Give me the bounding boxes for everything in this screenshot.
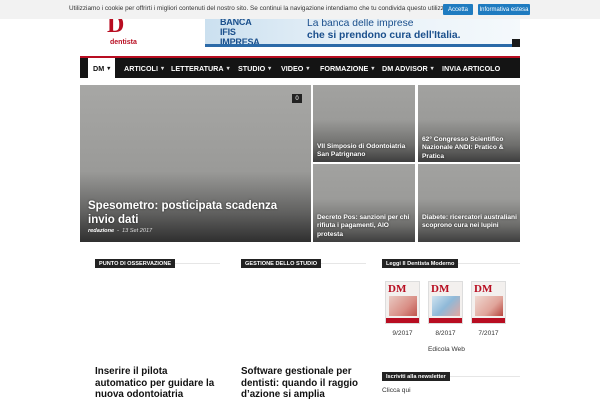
cookie-bar: Utilizziamo i cookie per offrirti i migl… xyxy=(0,0,600,19)
nav-item-label: DM xyxy=(93,63,105,73)
magazine-cover[interactable]: DM xyxy=(471,281,506,324)
chevron-down-icon: ▾ xyxy=(226,65,230,72)
cookie-accept-button[interactable]: Accetta xyxy=(443,4,473,15)
hero-date: 13 Set 2017 xyxy=(122,228,153,234)
article-title[interactable]: Software gestionale per dentisti: quando… xyxy=(241,366,366,400)
hero-main-title[interactable]: Spesometro: posticipata scadenza invio d… xyxy=(88,199,288,227)
nav-item-invia-articolo[interactable]: INVIA ARTICOLO xyxy=(442,58,500,78)
nav-item-label: DM ADVISOR xyxy=(382,63,428,73)
nav-item-dm-advisor[interactable]: DM ADVISOR ▾ xyxy=(382,58,434,78)
nav-item-studio[interactable]: STUDIO ▾ xyxy=(238,58,271,78)
hero-tile[interactable]: Decreto Pos: sanzioni per chi rifiuta i … xyxy=(313,164,415,242)
nav-item-dm[interactable]: DM ▾ xyxy=(88,58,116,78)
nav-item-label: INVIA ARTICOLO xyxy=(442,63,501,73)
magazine-band xyxy=(429,318,462,323)
nav-item-label: FORMAZIONE xyxy=(320,63,369,73)
magazine-date[interactable]: 9/2017 xyxy=(385,330,420,337)
magazine-cover-art xyxy=(475,296,503,316)
site-logo-word[interactable]: dentista xyxy=(110,39,137,46)
banner-brand-line1: BANCA IFIS xyxy=(220,17,252,37)
search-icon[interactable] xyxy=(583,63,593,73)
newsletter-link[interactable]: Clicca qui xyxy=(382,387,411,394)
hero-tile[interactable]: 62° Congresso Scientifico Nazionale ANDI… xyxy=(418,85,520,162)
magazine-logo: DM xyxy=(431,283,450,295)
cookie-info-button[interactable]: Informativa estesa xyxy=(478,4,530,15)
magazine-band xyxy=(472,318,505,323)
main-nav: DM ▾ ARTICOLI ▾ LETTERATURA ▾ STUDIO ▾ V… xyxy=(80,56,593,78)
nav-item-label: VIDEO xyxy=(281,63,304,73)
magazine-cover[interactable]: DM xyxy=(385,281,420,324)
hero-tile-title[interactable]: VII Simposio di Odontoiatria San Patrign… xyxy=(317,143,413,160)
hero-main-article[interactable]: Spesometro: posticipata scadenza invio d… xyxy=(80,85,311,242)
hero-author[interactable]: redazione xyxy=(88,228,114,234)
magazine-logo: DM xyxy=(474,283,493,295)
category-label[interactable]: GESTIONE DELLO STUDIO xyxy=(241,259,322,268)
magazine-logo: DM xyxy=(388,283,407,295)
sidebar-heading-newsletter: Iscriviti alla newsletter xyxy=(382,372,450,381)
chevron-down-icon: ▾ xyxy=(430,65,434,72)
nav-item-label: ARTICOLI xyxy=(124,63,158,73)
nav-item-formazione[interactable]: FORMAZIONE ▾ xyxy=(320,58,374,78)
nav-item-label: LETTERATURA xyxy=(171,63,224,73)
banner-corner xyxy=(512,39,520,47)
chevron-down-icon: ▾ xyxy=(306,65,310,72)
chevron-down-icon: ▾ xyxy=(107,65,111,72)
comment-count-badge[interactable]: 0 xyxy=(292,94,302,103)
banner-stripe xyxy=(205,44,520,47)
hero-tile[interactable]: VII Simposio di Odontoiatria San Patrign… xyxy=(313,85,415,162)
magazine-cover[interactable]: DM xyxy=(428,281,463,324)
article-title[interactable]: Inserire il pilota automatico per guidar… xyxy=(95,366,220,400)
hero-main-meta: redazione -13 Set 2017 xyxy=(88,228,152,234)
hero-tile-title[interactable]: 62° Congresso Scientifico Nazionale ANDI… xyxy=(422,136,518,161)
meta-separator: - xyxy=(117,228,119,234)
category-label[interactable]: PUNTO DI OSSERVAZIONE xyxy=(95,259,176,268)
nav-item-video[interactable]: VIDEO ▾ xyxy=(281,58,309,78)
hero-tile-title[interactable]: Decreto Pos: sanzioni per chi rifiuta i … xyxy=(317,214,413,239)
chevron-down-icon: ▾ xyxy=(371,65,375,72)
hero-tile-title[interactable]: Diabete: ricercatori australiani scopron… xyxy=(422,214,518,231)
magazine-band xyxy=(386,318,419,323)
magazine-date[interactable]: 8/2017 xyxy=(428,330,463,337)
magazine-date[interactable]: 7/2017 xyxy=(471,330,506,337)
nav-item-label: STUDIO xyxy=(238,63,266,73)
banner-ad[interactable]: BANCA IFIS IMPRESA La banca delle impres… xyxy=(205,16,520,47)
chevron-down-icon: ▾ xyxy=(160,65,164,72)
edicola-web-link[interactable]: Edicola Web xyxy=(428,346,465,353)
magazine-cover-art xyxy=(432,296,460,316)
sidebar-heading-magazine: Leggi Il Dentista Moderno xyxy=(382,259,459,268)
nav-item-articoli[interactable]: ARTICOLI ▾ xyxy=(124,58,164,78)
chevron-down-icon: ▾ xyxy=(268,65,272,72)
nav-item-letteratura[interactable]: LETTERATURA ▾ xyxy=(171,58,230,78)
banner-brand-logo: BANCA IFIS IMPRESA xyxy=(220,17,268,47)
banner-line2: che si prendono cura dell'Italia. xyxy=(307,30,461,41)
banner-line1: La banca delle imprese xyxy=(307,18,414,29)
cookie-text: Utilizziamo i cookie per offrirti i migl… xyxy=(69,5,450,12)
magazine-cover-art xyxy=(389,296,417,316)
hero-tile[interactable]: Diabete: ricercatori australiani scopron… xyxy=(418,164,520,242)
